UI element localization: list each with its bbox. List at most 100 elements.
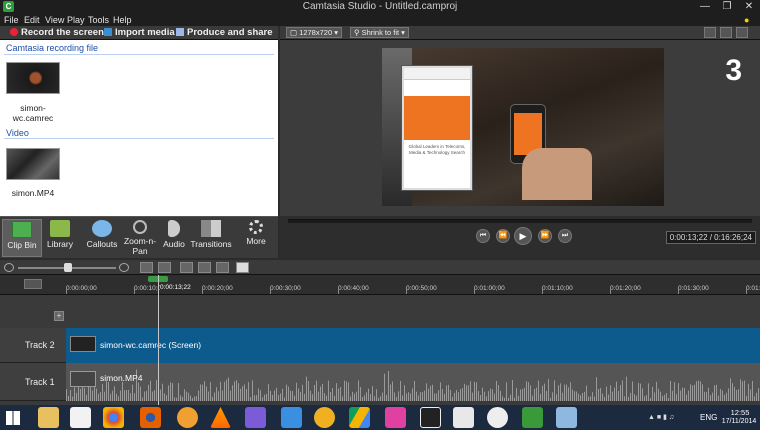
waveform-bar: [124, 390, 125, 401]
language-indicator[interactable]: ENG: [700, 413, 717, 422]
zoom-out-icon[interactable]: [4, 263, 14, 272]
tab-clip-bin[interactable]: Clip Bin: [2, 219, 42, 257]
play-icon[interactable]: ▶: [514, 227, 532, 245]
menu-view[interactable]: View: [45, 15, 64, 25]
timeline-settings-icon[interactable]: [24, 279, 42, 289]
headphones-icon[interactable]: [314, 407, 335, 428]
apps-grid-icon[interactable]: [70, 407, 91, 428]
timeline-ruler[interactable]: 0:00:00;00 0:00:10;00 0:00:20;00 0:00:30;00…: [0, 275, 760, 295]
detach-preview-icon[interactable]: [704, 27, 716, 38]
waveform-bar: [384, 373, 385, 401]
preview-canvas[interactable]: Global Leaders in Telecoms, Media & Tech…: [382, 48, 664, 206]
waveform-bar: [480, 394, 481, 401]
fast-forward-icon[interactable]: ⏩: [538, 229, 552, 243]
produce-label: Produce and share: [187, 27, 273, 38]
record-screen-button[interactable]: Record the screen ▾: [10, 27, 111, 39]
waveform-bar: [592, 392, 593, 401]
undo-icon[interactable]: [140, 262, 153, 273]
track-header-2[interactable]: Track 2: [0, 328, 66, 363]
track-2-clip[interactable]: simon-wc.camrec (Screen): [66, 328, 760, 363]
waveform-bar: [102, 384, 103, 401]
waveform-bar: [100, 392, 101, 401]
close-icon[interactable]: ✕: [738, 0, 760, 13]
dimensions-dropdown[interactable]: ▢ 1278x720 ▾: [286, 27, 342, 38]
waveform-bar: [742, 381, 743, 401]
app-icon-blue[interactable]: [556, 407, 577, 428]
waveform-bar: [612, 391, 613, 401]
clock-time[interactable]: 12:55: [722, 408, 758, 417]
clip-thumbnail-mp4[interactable]: [6, 148, 60, 180]
minimize-icon[interactable]: —: [694, 0, 716, 13]
google-drive-icon[interactable]: [349, 407, 370, 428]
menu-tools[interactable]: Tools: [88, 15, 109, 25]
clock-date[interactable]: 17/11/2014: [718, 418, 760, 425]
menu-edit[interactable]: Edit: [24, 15, 40, 25]
waveform-bar: [704, 391, 705, 401]
waveform-bar: [146, 390, 147, 401]
tab-callouts[interactable]: Callouts: [82, 219, 122, 257]
firefox-icon[interactable]: [140, 407, 161, 428]
tab-more[interactable]: More: [236, 219, 276, 257]
clip-label-mp4[interactable]: simon.MP4: [3, 188, 63, 198]
split-icon[interactable]: [198, 262, 211, 273]
clip-thumbnail-camrec[interactable]: [6, 62, 60, 94]
fullscreen-preview-icon[interactable]: [736, 27, 748, 38]
playhead-line[interactable]: [158, 275, 159, 407]
tab-audio[interactable]: Audio: [154, 219, 194, 257]
waveform-bar: [90, 387, 91, 401]
add-track-icon[interactable]: +: [54, 311, 64, 321]
copy-icon[interactable]: [216, 262, 229, 273]
restore-icon[interactable]: ❐: [716, 0, 738, 13]
import-media-button[interactable]: Import media ▾: [104, 27, 182, 39]
waveform-bar: [492, 389, 493, 401]
windows-start-icon[interactable]: [6, 411, 20, 425]
rewind-icon[interactable]: ⏪: [496, 229, 510, 243]
cut-icon[interactable]: [180, 262, 193, 273]
chrome-icon[interactable]: [103, 407, 124, 428]
waveform-bar: [682, 387, 683, 401]
preview-scrubber[interactable]: [288, 219, 752, 223]
redo-icon[interactable]: [158, 262, 171, 273]
clip-label-camrec[interactable]: simon-wc.camrec: [3, 103, 63, 123]
waveform-bar: [248, 382, 249, 401]
produce-share-button[interactable]: Produce and share ▾: [176, 27, 278, 50]
waveform-bar: [654, 392, 655, 401]
menu-help[interactable]: Help: [113, 15, 132, 25]
zoom-slider-handle[interactable]: [64, 263, 72, 272]
fit-mode-dropdown[interactable]: ⚲ Shrink to fit ▾: [350, 27, 409, 38]
tab-label: Clip Bin: [7, 240, 37, 250]
record-app-icon[interactable]: [487, 407, 508, 428]
menu-file[interactable]: File: [4, 15, 19, 25]
audio-app-icon[interactable]: [177, 407, 198, 428]
skip-forward-icon[interactable]: ⏭: [558, 229, 572, 243]
maximize-preview-icon[interactable]: [720, 27, 732, 38]
tab-transitions[interactable]: Transitions: [190, 219, 232, 257]
zoom-in-icon[interactable]: [119, 263, 129, 272]
waveform-bar: [104, 391, 105, 401]
waveform-bar: [636, 395, 637, 401]
camtasia-studio-taskbar-icon[interactable]: [522, 407, 543, 428]
tab-library[interactable]: Library: [40, 219, 80, 257]
hand: [522, 148, 592, 200]
waveform-bar: [262, 397, 263, 401]
skip-back-icon[interactable]: ⏮: [476, 229, 490, 243]
file-explorer-icon[interactable]: [38, 407, 59, 428]
vlc-icon[interactable]: [210, 407, 231, 428]
dropbox-icon[interactable]: [281, 407, 302, 428]
waveform-bar: [758, 388, 759, 401]
app-icon-purple[interactable]: [245, 407, 266, 428]
track-header-1[interactable]: Track 1: [0, 363, 66, 401]
track-1-clip[interactable]: simon.MP4: [66, 363, 760, 401]
waveform-bar: [276, 387, 277, 401]
phone-screen-overlay[interactable]: Global Leaders in Telecoms, Media & Tech…: [402, 66, 472, 190]
menu-play[interactable]: Play: [67, 15, 85, 25]
tips-bulb-icon[interactable]: ●: [744, 15, 749, 25]
system-tray-icons[interactable]: ▲ ■ ▮ ♫: [648, 413, 696, 423]
camtasia-taskbar-icon[interactable]: [453, 407, 474, 428]
app-icon-pink[interactable]: [385, 407, 406, 428]
paste-icon[interactable]: [236, 262, 249, 273]
app-icon-black[interactable]: [420, 407, 441, 428]
waveform-bar: [672, 390, 673, 401]
waveform-bar: [538, 380, 539, 401]
orange-banner: [404, 96, 470, 140]
